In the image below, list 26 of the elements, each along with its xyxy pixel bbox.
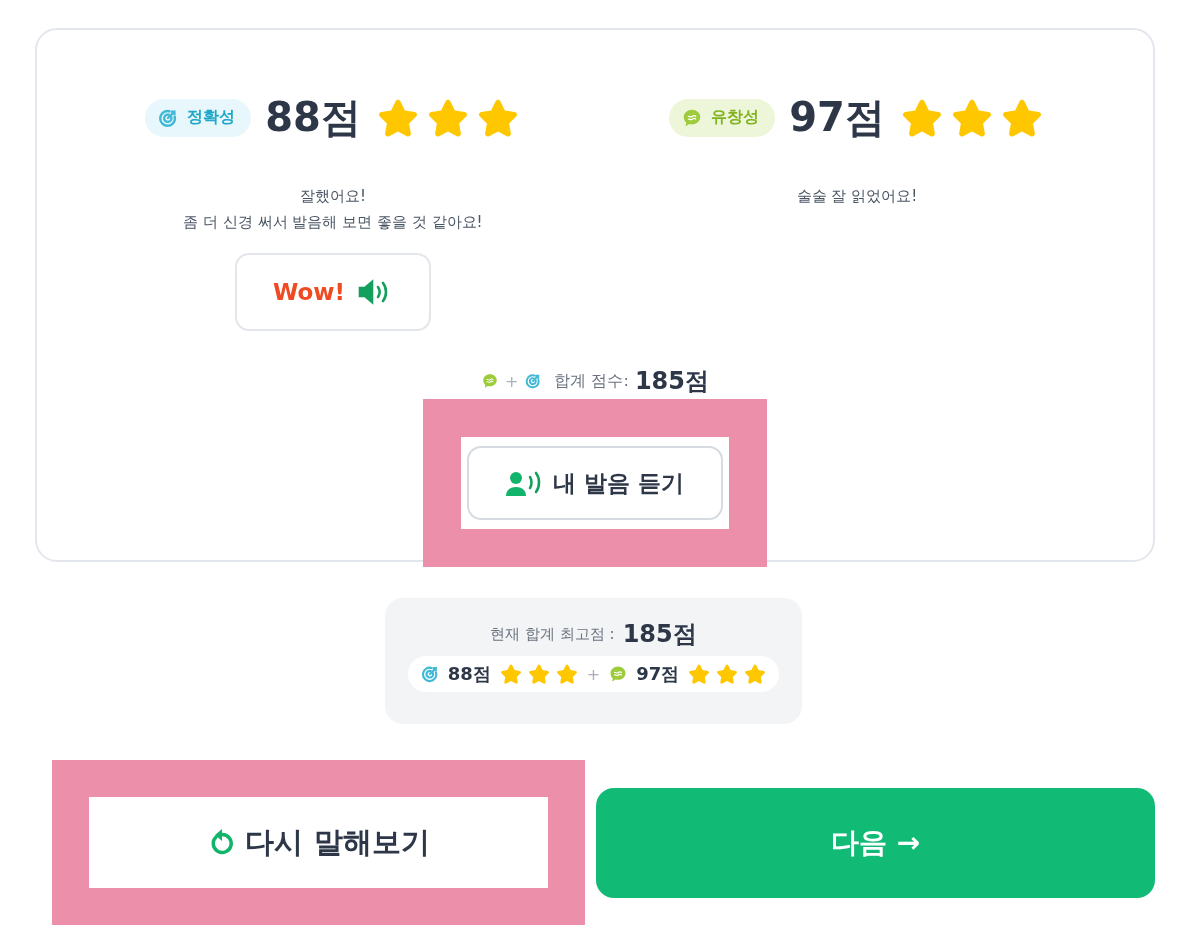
- plus-sign: +: [586, 664, 601, 684]
- total-label: 합계 점수:: [554, 370, 629, 392]
- score-text: 88점: [447, 662, 491, 686]
- target-icon: [419, 664, 440, 684]
- feedback-text: 잘했어요!: [299, 186, 367, 207]
- score-text: 97점: [636, 662, 680, 686]
- star-icon: [715, 662, 740, 686]
- total-score: 185점: [634, 366, 709, 397]
- plus-sign: +: [505, 371, 519, 391]
- star-icon: [526, 662, 551, 686]
- feedback-text: 좀 더 신경 써서 발음해 보면 좋을 것 같아요!: [183, 212, 483, 233]
- star-icon: [687, 662, 712, 686]
- metric-label: 정확성: [187, 107, 236, 128]
- listen-button[interactable]: 내 발음 듣기: [467, 446, 723, 520]
- target-icon: [524, 372, 543, 390]
- score-text: 88점: [265, 93, 361, 142]
- score-text: 97점: [789, 93, 885, 142]
- star-icon: [498, 662, 523, 686]
- sample-audio-button[interactable]: Wow!: [235, 253, 431, 331]
- feedback-text: 술술 잘 읽었어요!: [796, 186, 918, 207]
- best-score-value: 185점: [622, 619, 697, 650]
- metric-label: 유창성: [711, 107, 760, 128]
- star-icon: [743, 662, 768, 686]
- star-icon: [554, 662, 579, 686]
- best-score-label: 현재 합계 최고점 :: [490, 624, 615, 644]
- speech-bubble-icon: [481, 372, 499, 390]
